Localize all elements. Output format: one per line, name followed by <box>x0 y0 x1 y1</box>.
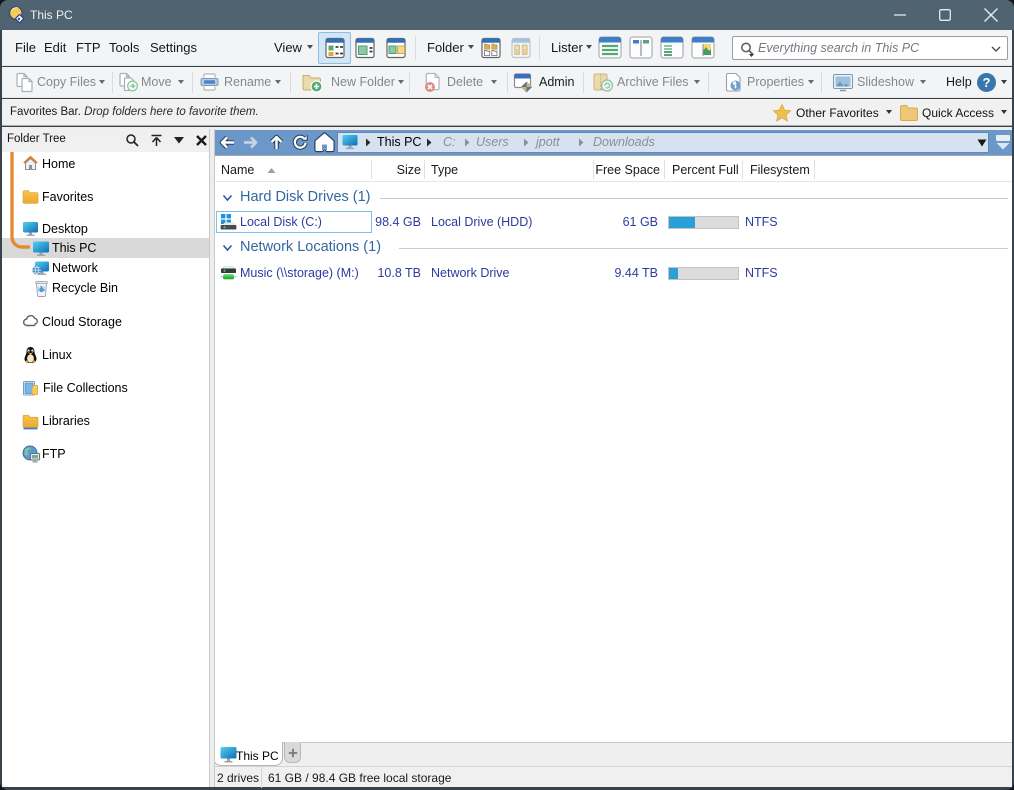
svg-text:?: ? <box>983 75 991 90</box>
